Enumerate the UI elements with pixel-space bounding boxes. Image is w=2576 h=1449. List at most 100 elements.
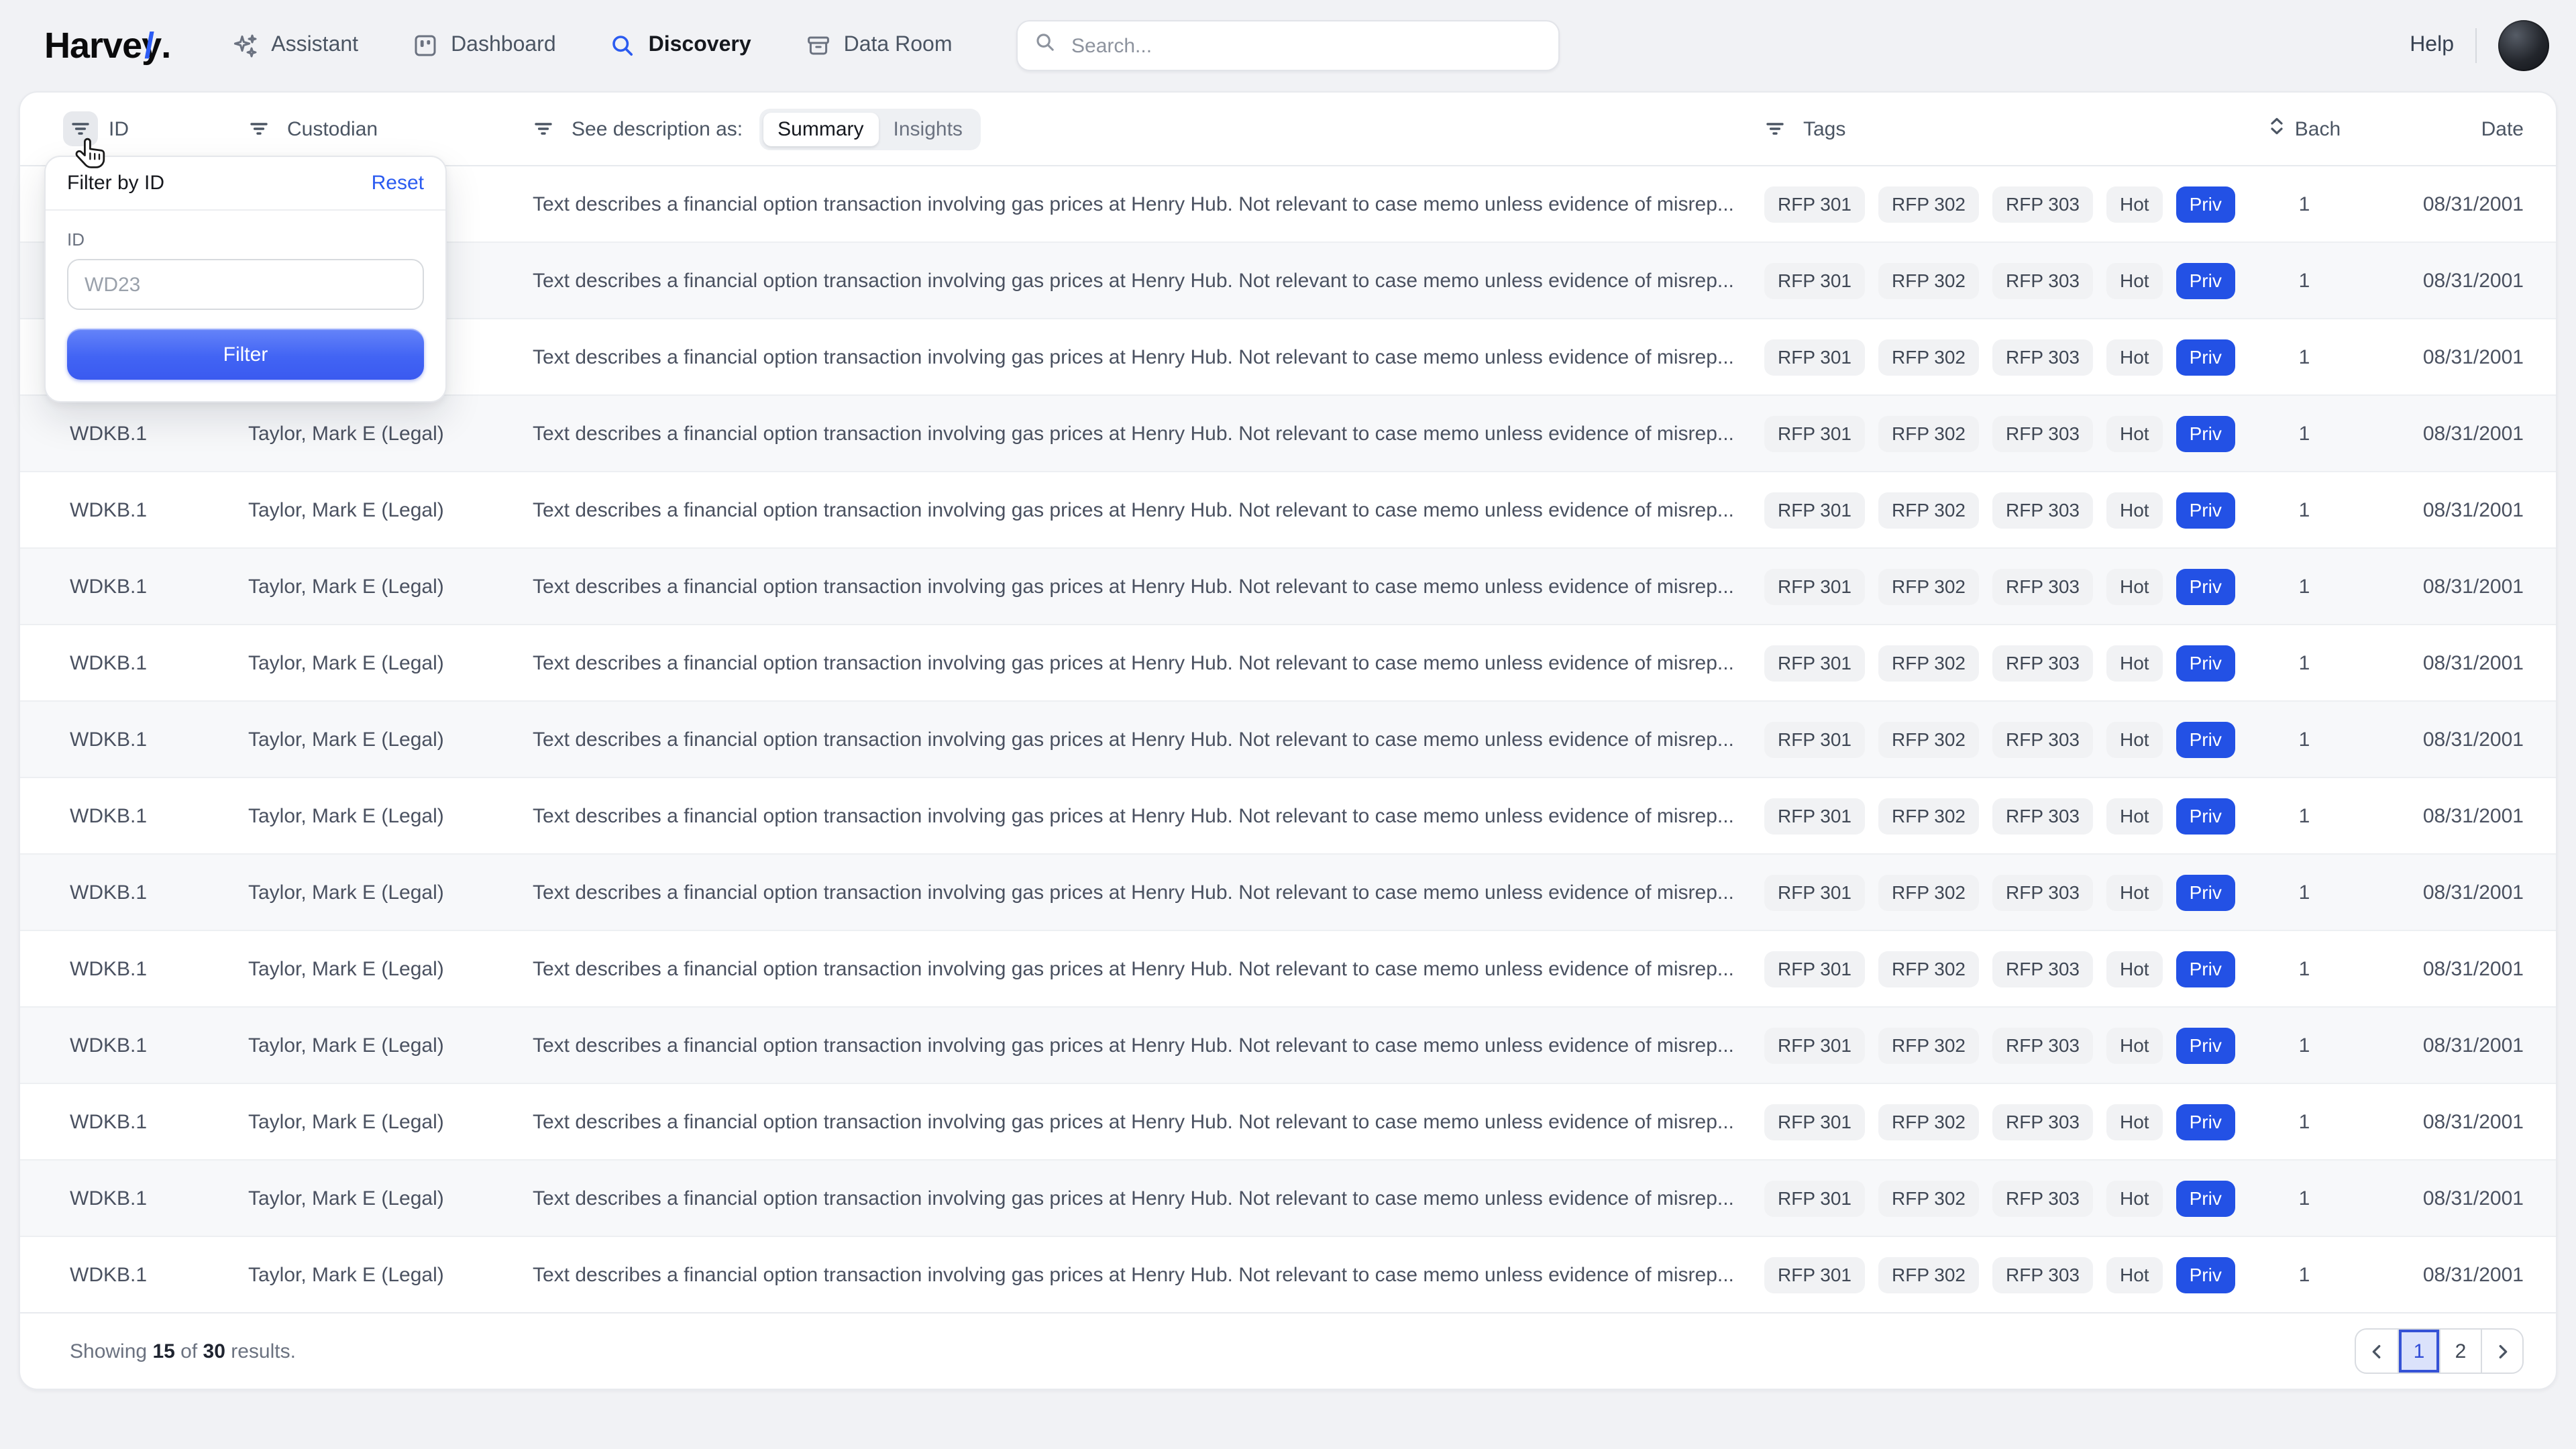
table-row[interactable]: WDKB.1 Taylor, Mark E (Legal) Text descr… bbox=[20, 1083, 2556, 1159]
tag-hot[interactable]: Hot bbox=[2106, 951, 2163, 987]
tag-rfp-301[interactable]: RFP 301 bbox=[1764, 262, 1865, 299]
tag-priv[interactable]: Priv bbox=[2176, 1256, 2235, 1293]
search-input[interactable] bbox=[1069, 33, 1542, 58]
filter-submit-button[interactable]: Filter bbox=[67, 329, 424, 380]
tag-rfp-303[interactable]: RFP 303 bbox=[1992, 874, 2093, 910]
tag-priv[interactable]: Priv bbox=[2176, 262, 2235, 299]
table-row[interactable]: WDKB.1 Taylor, Mark E (Legal) Text descr… bbox=[20, 471, 2556, 547]
tag-priv[interactable]: Priv bbox=[2176, 415, 2235, 451]
tags-filter-button[interactable] bbox=[1758, 111, 1792, 146]
tag-hot[interactable]: Hot bbox=[2106, 721, 2163, 757]
tag-priv[interactable]: Priv bbox=[2176, 1027, 2235, 1063]
tag-priv[interactable]: Priv bbox=[2176, 568, 2235, 604]
tag-rfp-302[interactable]: RFP 302 bbox=[1878, 798, 1979, 834]
id-filter-input[interactable] bbox=[67, 259, 424, 310]
tag-rfp-301[interactable]: RFP 301 bbox=[1764, 339, 1865, 375]
nav-item-data-room[interactable]: Data Room bbox=[805, 32, 953, 59]
tag-priv[interactable]: Priv bbox=[2176, 951, 2235, 987]
tag-rfp-302[interactable]: RFP 302 bbox=[1878, 568, 1979, 604]
tag-rfp-303[interactable]: RFP 303 bbox=[1992, 339, 2093, 375]
tag-rfp-303[interactable]: RFP 303 bbox=[1992, 262, 2093, 299]
tag-hot[interactable]: Hot bbox=[2106, 186, 2163, 222]
custodian-filter-button[interactable] bbox=[241, 111, 276, 146]
pagination-page-2[interactable]: 2 bbox=[2439, 1330, 2481, 1373]
user-avatar[interactable] bbox=[2498, 20, 2549, 71]
tag-rfp-301[interactable]: RFP 301 bbox=[1764, 1256, 1865, 1293]
tag-hot[interactable]: Hot bbox=[2106, 492, 2163, 528]
tag-rfp-303[interactable]: RFP 303 bbox=[1992, 1104, 2093, 1140]
tag-rfp-303[interactable]: RFP 303 bbox=[1992, 1180, 2093, 1216]
view-option-summary[interactable]: Summary bbox=[763, 112, 878, 146]
tag-rfp-302[interactable]: RFP 302 bbox=[1878, 721, 1979, 757]
tag-hot[interactable]: Hot bbox=[2106, 415, 2163, 451]
tag-rfp-303[interactable]: RFP 303 bbox=[1992, 186, 2093, 222]
tag-priv[interactable]: Priv bbox=[2176, 874, 2235, 910]
tag-rfp-303[interactable]: RFP 303 bbox=[1992, 568, 2093, 604]
tag-rfp-301[interactable]: RFP 301 bbox=[1764, 1027, 1865, 1063]
tag-hot[interactable]: Hot bbox=[2106, 1180, 2163, 1216]
table-row[interactable]: WDKB.1 Taylor, Mark E (Legal) Text descr… bbox=[20, 853, 2556, 930]
tag-priv[interactable]: Priv bbox=[2176, 339, 2235, 375]
sort-icon[interactable] bbox=[2268, 115, 2287, 142]
tag-rfp-303[interactable]: RFP 303 bbox=[1992, 721, 2093, 757]
tag-rfp-301[interactable]: RFP 301 bbox=[1764, 415, 1865, 451]
tag-rfp-303[interactable]: RFP 303 bbox=[1992, 492, 2093, 528]
tag-rfp-301[interactable]: RFP 301 bbox=[1764, 1104, 1865, 1140]
pagination-next-button[interactable] bbox=[2481, 1330, 2522, 1373]
tag-priv[interactable]: Priv bbox=[2176, 721, 2235, 757]
tag-rfp-302[interactable]: RFP 302 bbox=[1878, 262, 1979, 299]
table-row[interactable]: WDKB.1 Taylor, Mark E (Legal) Text descr… bbox=[20, 930, 2556, 1006]
nav-item-dashboard[interactable]: Dashboard bbox=[412, 32, 556, 59]
view-option-insights[interactable]: Insights bbox=[879, 112, 977, 146]
id-filter-button[interactable] bbox=[63, 111, 98, 146]
tag-hot[interactable]: Hot bbox=[2106, 568, 2163, 604]
tag-rfp-302[interactable]: RFP 302 bbox=[1878, 645, 1979, 681]
table-row[interactable]: WDKB.1 Taylor, Mark E (Legal) Text descr… bbox=[20, 1006, 2556, 1083]
tag-rfp-301[interactable]: RFP 301 bbox=[1764, 492, 1865, 528]
table-row[interactable]: WDKB.1 Taylor, Mark E (Legal) Text descr… bbox=[20, 394, 2556, 471]
tag-priv[interactable]: Priv bbox=[2176, 492, 2235, 528]
tag-rfp-302[interactable]: RFP 302 bbox=[1878, 492, 1979, 528]
tag-priv[interactable]: Priv bbox=[2176, 186, 2235, 222]
tag-rfp-303[interactable]: RFP 303 bbox=[1992, 1027, 2093, 1063]
tag-hot[interactable]: Hot bbox=[2106, 339, 2163, 375]
tag-hot[interactable]: Hot bbox=[2106, 1027, 2163, 1063]
tag-rfp-302[interactable]: RFP 302 bbox=[1878, 1104, 1979, 1140]
table-row[interactable]: WDKB.1 Taylor, Mark E (Legal) Text descr… bbox=[20, 547, 2556, 624]
tag-priv[interactable]: Priv bbox=[2176, 1104, 2235, 1140]
tag-rfp-302[interactable]: RFP 302 bbox=[1878, 1027, 1979, 1063]
tag-rfp-301[interactable]: RFP 301 bbox=[1764, 874, 1865, 910]
tag-priv[interactable]: Priv bbox=[2176, 798, 2235, 834]
table-row[interactable]: WDKB.1 Taylor, Mark E (Legal) Text descr… bbox=[20, 624, 2556, 700]
tag-rfp-301[interactable]: RFP 301 bbox=[1764, 645, 1865, 681]
tag-hot[interactable]: Hot bbox=[2106, 1256, 2163, 1293]
tag-hot[interactable]: Hot bbox=[2106, 645, 2163, 681]
tag-rfp-301[interactable]: RFP 301 bbox=[1764, 951, 1865, 987]
global-search[interactable] bbox=[1016, 20, 1560, 71]
tag-rfp-303[interactable]: RFP 303 bbox=[1992, 951, 2093, 987]
tag-rfp-302[interactable]: RFP 302 bbox=[1878, 1180, 1979, 1216]
reset-link[interactable]: Reset bbox=[372, 172, 424, 195]
tag-rfp-301[interactable]: RFP 301 bbox=[1764, 1180, 1865, 1216]
description-filter-button[interactable] bbox=[526, 111, 561, 146]
pagination-prev-button[interactable] bbox=[2356, 1330, 2398, 1373]
tag-hot[interactable]: Hot bbox=[2106, 798, 2163, 834]
pagination-page-1[interactable]: 1 bbox=[2398, 1330, 2439, 1373]
tag-rfp-302[interactable]: RFP 302 bbox=[1878, 951, 1979, 987]
tag-priv[interactable]: Priv bbox=[2176, 1180, 2235, 1216]
tag-priv[interactable]: Priv bbox=[2176, 645, 2235, 681]
tag-rfp-302[interactable]: RFP 302 bbox=[1878, 415, 1979, 451]
tag-rfp-303[interactable]: RFP 303 bbox=[1992, 645, 2093, 681]
table-row[interactable]: WDKB.1 Taylor, Mark E (Legal) Text descr… bbox=[20, 700, 2556, 777]
tag-rfp-302[interactable]: RFP 302 bbox=[1878, 339, 1979, 375]
tag-rfp-303[interactable]: RFP 303 bbox=[1992, 415, 2093, 451]
harvey-logo[interactable]: Harvey/. bbox=[44, 25, 170, 66]
nav-item-discovery[interactable]: Discovery bbox=[610, 32, 751, 59]
tag-rfp-301[interactable]: RFP 301 bbox=[1764, 186, 1865, 222]
tag-rfp-303[interactable]: RFP 303 bbox=[1992, 798, 2093, 834]
tag-hot[interactable]: Hot bbox=[2106, 262, 2163, 299]
tag-hot[interactable]: Hot bbox=[2106, 1104, 2163, 1140]
help-link[interactable]: Help bbox=[2410, 34, 2454, 58]
tag-rfp-301[interactable]: RFP 301 bbox=[1764, 798, 1865, 834]
table-row[interactable]: WDKB.1 Taylor, Mark E (Legal) Text descr… bbox=[20, 1159, 2556, 1236]
